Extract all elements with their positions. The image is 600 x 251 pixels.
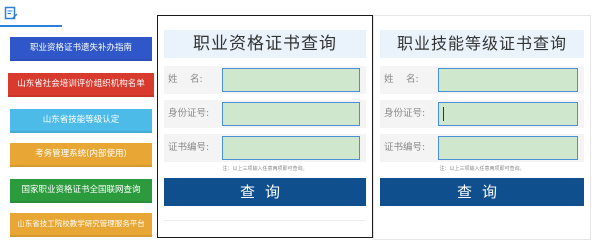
query-hint-note: 注：以上三项输入任意两项即可查询。 — [222, 166, 308, 172]
divider — [164, 220, 366, 221]
name-input[interactable] — [438, 68, 578, 92]
query-hint-note: 注：以上三项输入任意两项即可查询。 — [439, 166, 525, 172]
id-number-input[interactable] — [222, 102, 360, 126]
name-row: 姓 名: — [380, 66, 584, 94]
certificate-number-input[interactable] — [438, 136, 578, 160]
sidebar-link-training-organizations-list[interactable]: 山东省社会培训评价组织机构名单 — [8, 73, 154, 97]
sidebar-link-national-certificate-query[interactable]: 国家职业资格证书全国联网查询 — [10, 179, 152, 203]
panel-title: 职业资格证书查询 — [164, 30, 366, 58]
certificate-number-row: 证书编号: — [380, 134, 584, 162]
name-input[interactable] — [222, 68, 360, 92]
id-number-label: 身份证号: — [384, 108, 426, 119]
id-number-row: 身份证号: — [164, 100, 366, 128]
query-button[interactable]: 查询 — [164, 178, 366, 206]
certificate-number-label: 证书编号: — [384, 142, 426, 153]
name-label: 姓 名: — [168, 74, 203, 85]
sidebar-link-certificate-reissue-guide[interactable]: 职业资格证书遗失补办指南 — [10, 37, 152, 61]
id-number-input[interactable] — [438, 102, 578, 126]
sidebar: 职业资格证书遗失补办指南 山东省社会培训评价组织机构名单 山东省技能等级认定 考… — [0, 0, 160, 251]
sidebar-link-technical-school-platform[interactable]: 山东省技工院校教学研究管理服务平台 — [10, 213, 152, 237]
certificate-number-input[interactable] — [222, 136, 360, 160]
vocational-certificate-query-panel: 职业资格证书查询 姓 名: 身份证号: 证书编号: 注：以上三项输入任意两项即可… — [157, 15, 373, 238]
query-button[interactable]: 查询 — [380, 178, 584, 206]
panel-title: 职业技能等级证书查询 — [380, 30, 584, 58]
sidebar-link-exam-management-system[interactable]: 考务管理系统(内部使用) — [10, 143, 152, 167]
certificate-number-label: 证书编号: — [168, 142, 210, 153]
sidebar-header — [0, 0, 160, 27]
id-number-label: 身份证号: — [168, 108, 210, 119]
name-row: 姓 名: — [164, 66, 366, 94]
skill-certificate-query-panel: 职业技能等级证书查询 姓 名: 身份证号: 证书编号: 注：以上三项输入任意两项… — [373, 15, 591, 240]
edit-document-icon[interactable] — [4, 6, 18, 20]
id-number-row: 身份证号: — [380, 100, 584, 128]
sidebar-tab-underline — [0, 25, 62, 27]
text-cursor — [443, 107, 444, 121]
sidebar-link-skill-level-certification[interactable]: 山东省技能等级认定 — [10, 109, 152, 133]
name-label: 姓 名: — [384, 74, 419, 85]
certificate-number-row: 证书编号: — [164, 134, 366, 162]
